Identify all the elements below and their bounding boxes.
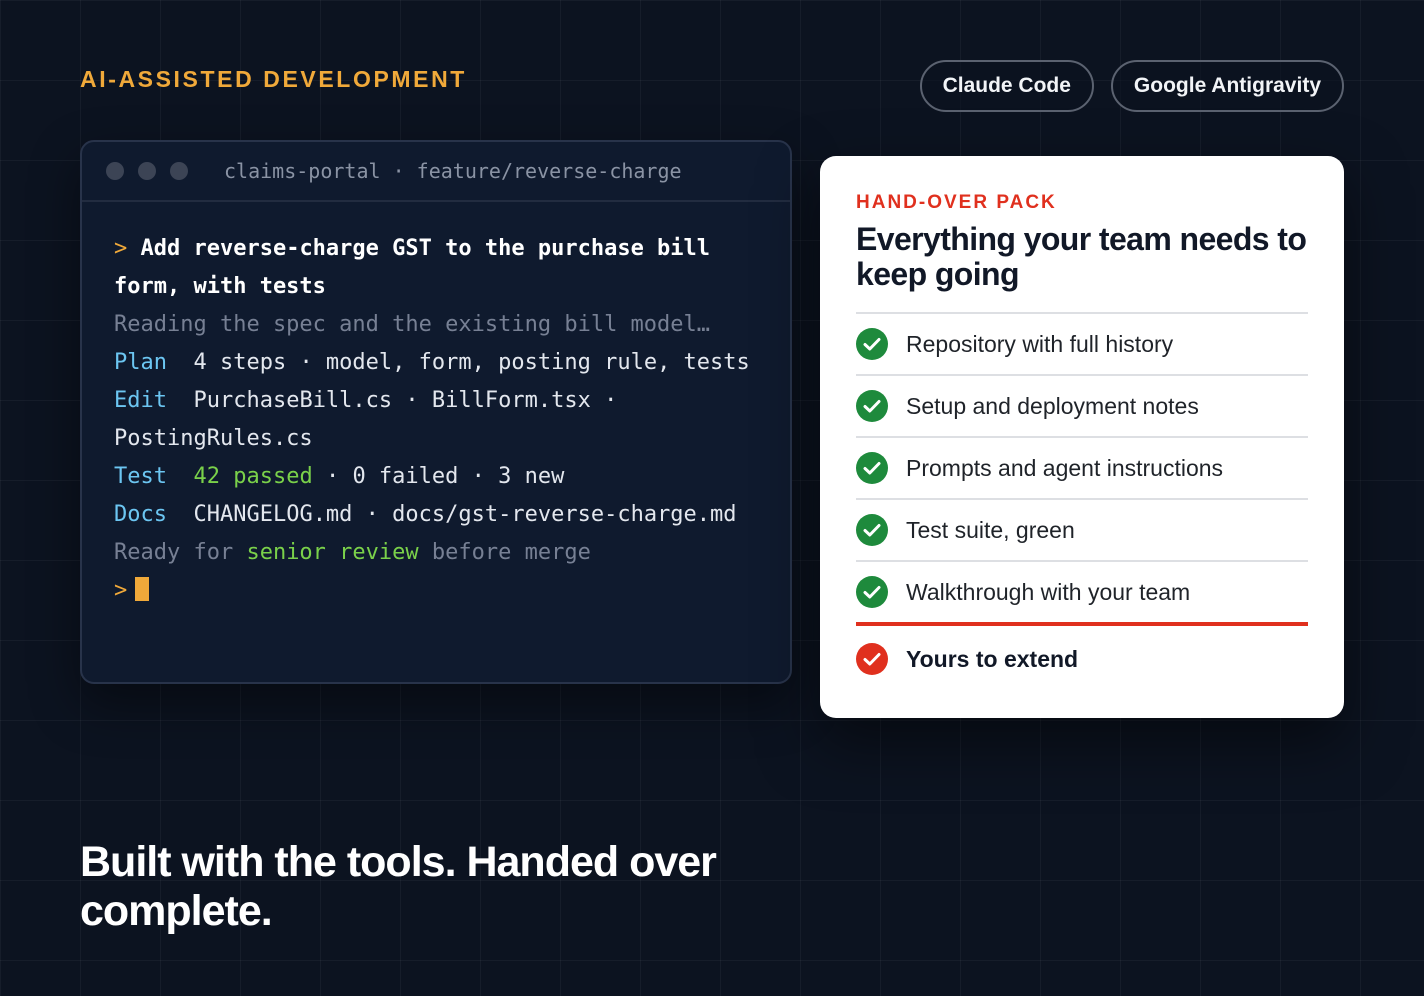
check-circle-red-icon (856, 643, 888, 675)
list-item-label: Prompts and agent instructions (906, 454, 1224, 481)
check-circle-icon (856, 328, 888, 360)
ready-line: Ready for senior review before merge (114, 534, 758, 572)
prompt-chevron: > (114, 236, 128, 261)
list-item-final: Yours to extend (856, 626, 1308, 692)
window-minimize-dot[interactable] (138, 162, 156, 180)
card-eyebrow: HAND-OVER PACK (856, 192, 1057, 213)
docs-line: Docs CHANGELOG.md · docs/gst-reverse-cha… (114, 496, 758, 534)
plan-key: Plan (114, 350, 167, 375)
input-prompt-chevron: > (114, 578, 128, 603)
check-circle-icon (856, 514, 888, 546)
docs-key: Docs (114, 502, 167, 527)
tool-pills: Claude Code Google Antigravity (919, 60, 1344, 112)
test-line: Test 42 passed · 0 failed · 3 new (114, 458, 758, 496)
window-maximize-dot[interactable] (170, 162, 188, 180)
list-item: Prompts and agent instructions (856, 438, 1308, 500)
terminal-title-bar: claims-portal · feature/reverse-charge (82, 142, 790, 202)
test-passed: 42 passed (193, 464, 313, 489)
handover-list: Repository with full history Setup and d… (856, 312, 1308, 692)
list-item-label: Repository with full history (906, 330, 1174, 357)
page-headline: Built with the tools. Handed over comple… (80, 838, 717, 935)
terminal-title: claims-portal · feature/reverse-charge (224, 159, 682, 183)
list-item: Repository with full history (856, 314, 1308, 376)
list-item-label: Walkthrough with your team (906, 578, 1191, 605)
terminal-window: claims-portal · feature/reverse-charge >… (80, 140, 792, 684)
input-line[interactable]: > (114, 572, 758, 610)
list-item-label: Setup and deployment notes (906, 392, 1199, 419)
check-circle-icon (856, 390, 888, 422)
handover-card: HAND-OVER PACK Everything your team need… (820, 156, 1344, 718)
edit-text: PurchaseBill.cs · BillForm.tsx · Posting… (114, 388, 631, 451)
plan-text: 4 steps · model, form, posting rule, tes… (193, 350, 750, 375)
reading-line: Reading the spec and the existing bill m… (114, 312, 711, 337)
list-item-label: Test suite, green (906, 516, 1075, 543)
ready-highlight: senior review (246, 540, 419, 565)
ready-post: before merge (418, 540, 591, 565)
edit-key: Edit (114, 388, 167, 413)
command-line: > Add reverse-charge GST to the purchase… (114, 230, 758, 306)
section-eyebrow: AI-ASSISTED DEVELOPMENT (80, 66, 467, 92)
check-circle-icon (856, 576, 888, 608)
test-rest: · 0 failed · 3 new (312, 464, 565, 489)
window-close-dot[interactable] (106, 162, 124, 180)
card-title: Everything your team needs to keep going (856, 221, 1307, 292)
ready-pre: Ready for (114, 540, 247, 565)
list-item: Test suite, green (856, 500, 1308, 562)
plan-line: Plan 4 steps · model, form, posting rule… (114, 344, 758, 382)
test-key: Test (114, 464, 167, 489)
tool-pill-claude-code[interactable]: Claude Code (919, 60, 1094, 112)
terminal-output: > Add reverse-charge GST to the purchase… (82, 202, 790, 610)
command-text: Add reverse-charge GST to the purchase b… (114, 236, 724, 299)
text-cursor (135, 577, 150, 601)
edit-line: Edit PurchaseBill.cs · BillForm.tsx · Po… (114, 382, 758, 458)
list-item: Setup and deployment notes (856, 376, 1308, 438)
tool-pill-google-antigravity[interactable]: Google Antigravity (1110, 60, 1344, 112)
docs-text: CHANGELOG.md · docs/gst-reverse-charge.m… (193, 502, 737, 527)
check-circle-icon (856, 452, 888, 484)
list-item: Walkthrough with your team (856, 562, 1308, 626)
list-item-final-label: Yours to extend (906, 645, 1079, 672)
